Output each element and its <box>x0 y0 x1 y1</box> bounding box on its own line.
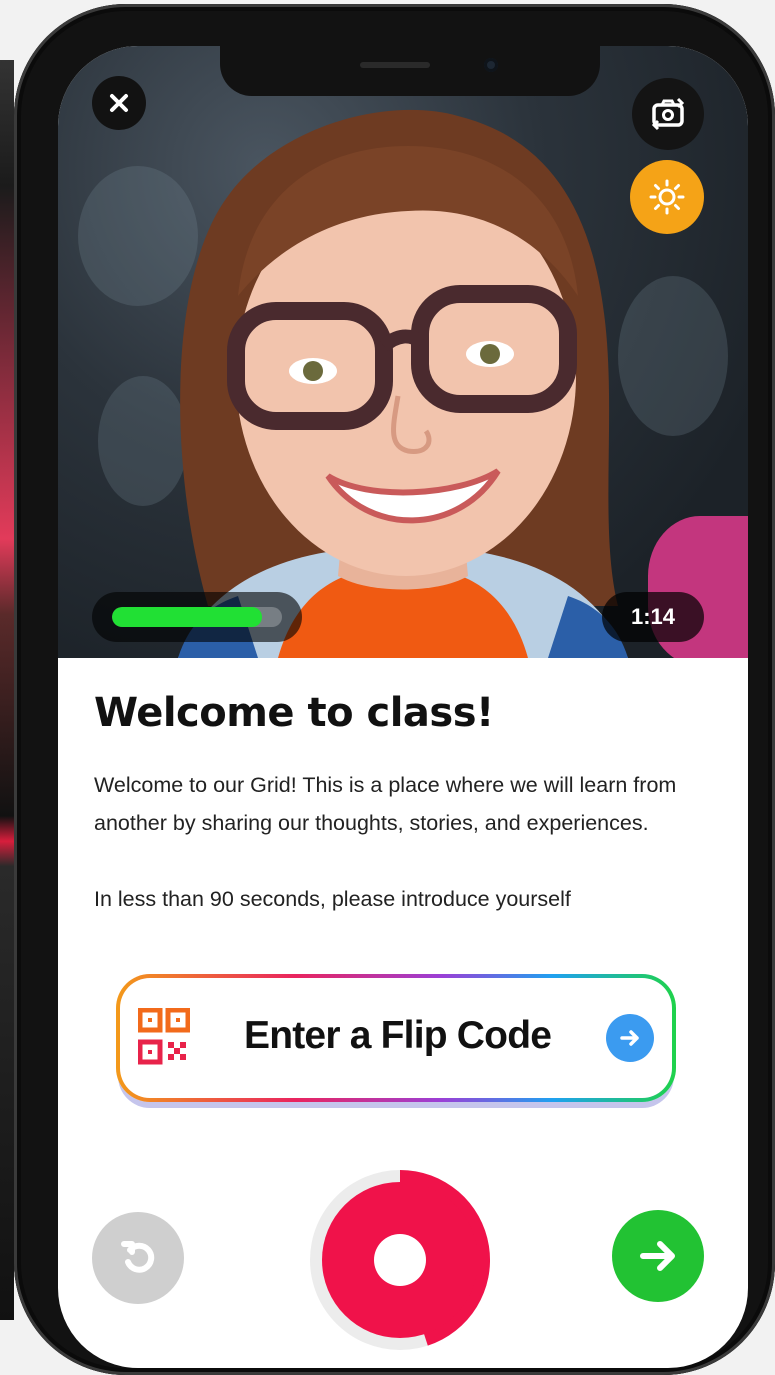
enter-flip-code-button[interactable]: Enter a Flip Code <box>116 974 676 1102</box>
page-title: Welcome to class! <box>94 690 494 736</box>
retake-icon <box>121 1241 155 1273</box>
record-button[interactable] <box>308 1168 492 1352</box>
recording-progress-bar <box>92 592 302 642</box>
qr-code-icon <box>138 1008 190 1065</box>
camera-preview: 1:14 <box>58 46 748 658</box>
next-arrow-icon <box>640 1241 675 1271</box>
notch-speaker <box>360 62 430 68</box>
brightness-button[interactable] <box>630 160 704 234</box>
progress-track <box>112 607 282 627</box>
flip-camera-button[interactable] <box>632 78 704 150</box>
description-instruction: In less than 90 seconds, please introduc… <box>94 887 571 911</box>
app-screen: 1:14 Welcome to class! Welcome to our Gr… <box>58 46 748 1368</box>
description-paragraph: Welcome to our Grid! This is a place whe… <box>94 773 677 835</box>
brightness-icon <box>649 179 685 215</box>
flip-camera-icon <box>651 97 685 131</box>
topic-description: Welcome to our Grid! This is a place whe… <box>94 766 714 918</box>
retake-button[interactable] <box>92 1212 184 1304</box>
phone-notch <box>220 46 600 96</box>
phone-frame: 1:14 Welcome to class! Welcome to our Gr… <box>14 4 775 1375</box>
recording-timer: 1:14 <box>602 592 704 642</box>
record-icon <box>374 1234 426 1286</box>
close-icon <box>110 94 128 112</box>
background-app-strip <box>0 60 14 1320</box>
close-button[interactable] <box>92 76 146 130</box>
flip-code-arrow <box>606 1014 654 1062</box>
arrow-right-icon <box>620 1030 639 1046</box>
progress-fill <box>112 607 262 627</box>
next-button[interactable] <box>612 1210 704 1302</box>
flip-code-label: Enter a Flip Code <box>244 1014 552 1057</box>
flip-code-inner: Enter a Flip Code <box>120 978 672 1098</box>
front-camera-lens <box>484 58 498 72</box>
